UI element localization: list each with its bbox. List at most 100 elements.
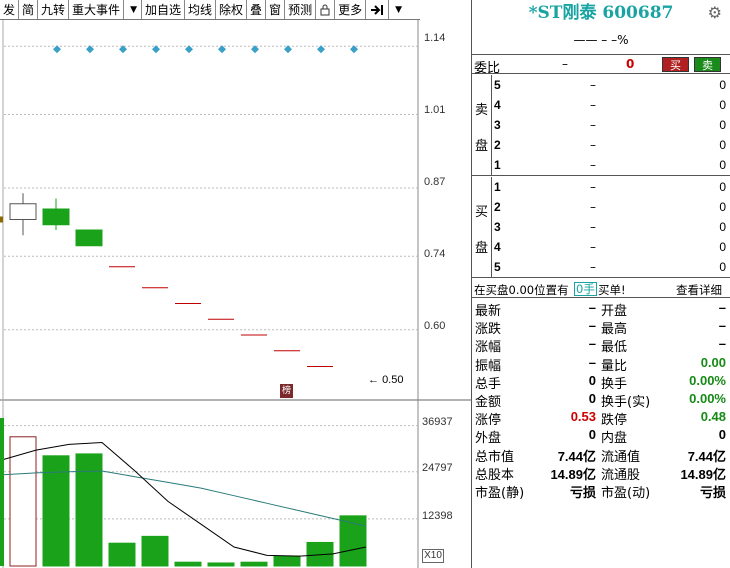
lock-icon[interactable] bbox=[316, 0, 336, 19]
order-ratio-value: – bbox=[562, 57, 568, 71]
quote-value: 0.53 bbox=[570, 409, 596, 425]
quote-value: – bbox=[588, 336, 596, 352]
buy-row[interactable]: 1 – 0 bbox=[494, 177, 728, 197]
chart-toolbar: 发 简 九转 重大事件 ▼ 加自选 均线 除权 叠 窗 预测 更多 ▼ bbox=[0, 0, 420, 20]
sell-level: 4 bbox=[494, 98, 501, 112]
quote-value: – bbox=[588, 354, 596, 370]
sell-row[interactable]: 1 – 0 bbox=[494, 155, 728, 175]
quote-value: 0.48 bbox=[700, 409, 726, 425]
arrow-bar-icon-svg bbox=[371, 4, 384, 15]
quote-value: – bbox=[588, 300, 596, 315]
volume-bar bbox=[174, 561, 202, 567]
volume-bar bbox=[141, 535, 169, 567]
quote-value: – bbox=[588, 318, 596, 334]
quote-row: 最新 – 开盘 – bbox=[472, 299, 730, 319]
sell-volume: 0 bbox=[719, 118, 726, 132]
kline-chart-svg[interactable] bbox=[0, 0, 472, 568]
buy-price: – bbox=[590, 260, 596, 274]
quote-label: 内盘 bbox=[601, 431, 628, 447]
toolbar-major-events-button[interactable]: 重大事件 bbox=[69, 0, 125, 19]
sell-row[interactable]: 5 – 0 bbox=[494, 75, 728, 95]
toolbar-jiuzhuan-button[interactable]: 九转 bbox=[38, 0, 70, 19]
limit-up-diamond bbox=[185, 45, 193, 54]
chevron-down-icon[interactable]: ▼ bbox=[124, 0, 142, 19]
buy-price: – bbox=[590, 220, 596, 234]
sell-level: 3 bbox=[494, 118, 501, 132]
limit-up-diamond bbox=[53, 45, 61, 54]
sell-side-label: 卖 盘 bbox=[472, 75, 492, 175]
chevron-down-icon[interactable]: ▼ bbox=[389, 0, 406, 19]
quote-value: 0 bbox=[718, 427, 726, 443]
buy-level: 1 bbox=[494, 180, 501, 194]
sell-level: 5 bbox=[494, 78, 501, 92]
quote-row: 总手 0 换手 0.00% bbox=[472, 372, 730, 392]
toolbar-exright-button[interactable]: 除权 bbox=[216, 0, 248, 19]
sell-row[interactable]: 3 – 0 bbox=[494, 115, 728, 135]
toolbar-fa-button[interactable]: 发 bbox=[0, 0, 20, 19]
candle-body bbox=[75, 229, 103, 247]
event-tag[interactable]: 榜 bbox=[280, 384, 293, 398]
quote-label: 市盈(静) bbox=[475, 485, 525, 501]
toolbar-add-watchlist-button[interactable]: 加自选 bbox=[142, 0, 185, 19]
sell-button[interactable]: 卖 bbox=[694, 57, 721, 72]
volume-axis-label: 24797 bbox=[422, 462, 453, 474]
quote-label: 振幅 bbox=[475, 358, 502, 374]
quote-value: – bbox=[718, 318, 726, 334]
quote-label: 流通股 bbox=[601, 467, 641, 483]
toolbar-forecast-button[interactable]: 预测 bbox=[285, 0, 317, 19]
low-price-marker: ← 0.50 bbox=[368, 374, 404, 386]
toolbar-jian-button[interactable]: 简 bbox=[19, 0, 39, 19]
quote-value: 亏损 bbox=[699, 484, 726, 500]
stock-title: *ST刚泰 600687 bbox=[528, 3, 674, 23]
gear-icon[interactable]: ⚙ bbox=[708, 3, 722, 22]
buy-volume: 0 bbox=[719, 200, 726, 214]
quote-row: 涨幅 – 最低 – bbox=[472, 335, 730, 356]
volume-bar bbox=[273, 555, 301, 567]
quote-label: 最新 bbox=[475, 304, 502, 319]
buy-volume: 0 bbox=[719, 260, 726, 274]
quote-label: 跌停 bbox=[601, 413, 628, 429]
quote-value: 0 bbox=[588, 427, 596, 443]
quote-value: – bbox=[718, 300, 726, 315]
toolbar-overlay-button[interactable]: 叠 bbox=[247, 0, 267, 19]
quote-value: 7.44亿 bbox=[557, 448, 596, 464]
buy-row[interactable]: 3 – 0 bbox=[494, 217, 728, 237]
buy-row[interactable]: 2 – 0 bbox=[494, 197, 728, 217]
quote-row: 总股本 14.89亿 流通股 14.89亿 bbox=[472, 463, 730, 483]
buy-price: – bbox=[590, 180, 596, 194]
sell-level: 1 bbox=[494, 158, 501, 172]
volume-scale-label: X10 bbox=[422, 549, 444, 563]
quote-label: 开盘 bbox=[601, 304, 628, 319]
order-notice-hand: 0手 bbox=[574, 282, 597, 296]
quote-value: 14.89亿 bbox=[550, 466, 596, 482]
low-price-value: 0.50 bbox=[382, 374, 404, 386]
sell-volume: 0 bbox=[719, 78, 726, 92]
order-ratio-row: 委比 – 0 买 卖 bbox=[472, 54, 730, 76]
quote-label: 流通值 bbox=[601, 449, 641, 465]
sell-volume: 0 bbox=[719, 138, 726, 152]
toolbar-more-button[interactable]: 更多 bbox=[335, 0, 367, 19]
sell-row[interactable]: 2 – 0 bbox=[494, 135, 728, 155]
toolbar-ma-button[interactable]: 均线 bbox=[185, 0, 217, 19]
quote-label: 最低 bbox=[601, 340, 628, 356]
quote-row: 涨停 0.53 跌停 0.48 bbox=[472, 408, 730, 429]
quote-row: 市盈(静) 亏损 市盈(动) 亏损 bbox=[472, 481, 730, 501]
quote-value: 0.00% bbox=[689, 372, 726, 388]
view-detail-link[interactable]: 查看详细 bbox=[676, 282, 722, 298]
price-axis-label: 1.01 bbox=[424, 104, 446, 116]
quote-row: 振幅 – 量比 0.00 bbox=[472, 354, 730, 374]
price-axis-label: 0.74 bbox=[424, 248, 446, 260]
kline-chart-area[interactable]: 发 简 九转 重大事件 ▼ 加自选 均线 除权 叠 窗 预测 更多 ▼ 1.14… bbox=[0, 0, 472, 568]
quote-label: 换手 bbox=[601, 376, 628, 392]
toolbar-window-button[interactable]: 窗 bbox=[266, 0, 286, 19]
buy-row[interactable]: 5 – 0 bbox=[494, 257, 728, 277]
buy-row[interactable]: 4 – 0 bbox=[494, 237, 728, 257]
volume-axis-label: 36937 bbox=[422, 416, 453, 428]
buy-level: 2 bbox=[494, 200, 501, 214]
collapse-panel-icon[interactable] bbox=[366, 0, 390, 19]
quote-label: 金额 bbox=[475, 394, 502, 410]
buy-button[interactable]: 买 bbox=[662, 57, 689, 72]
quote-value: – bbox=[718, 336, 726, 352]
sell-row[interactable]: 4 – 0 bbox=[494, 95, 728, 115]
quote-value: 0 bbox=[588, 390, 596, 406]
